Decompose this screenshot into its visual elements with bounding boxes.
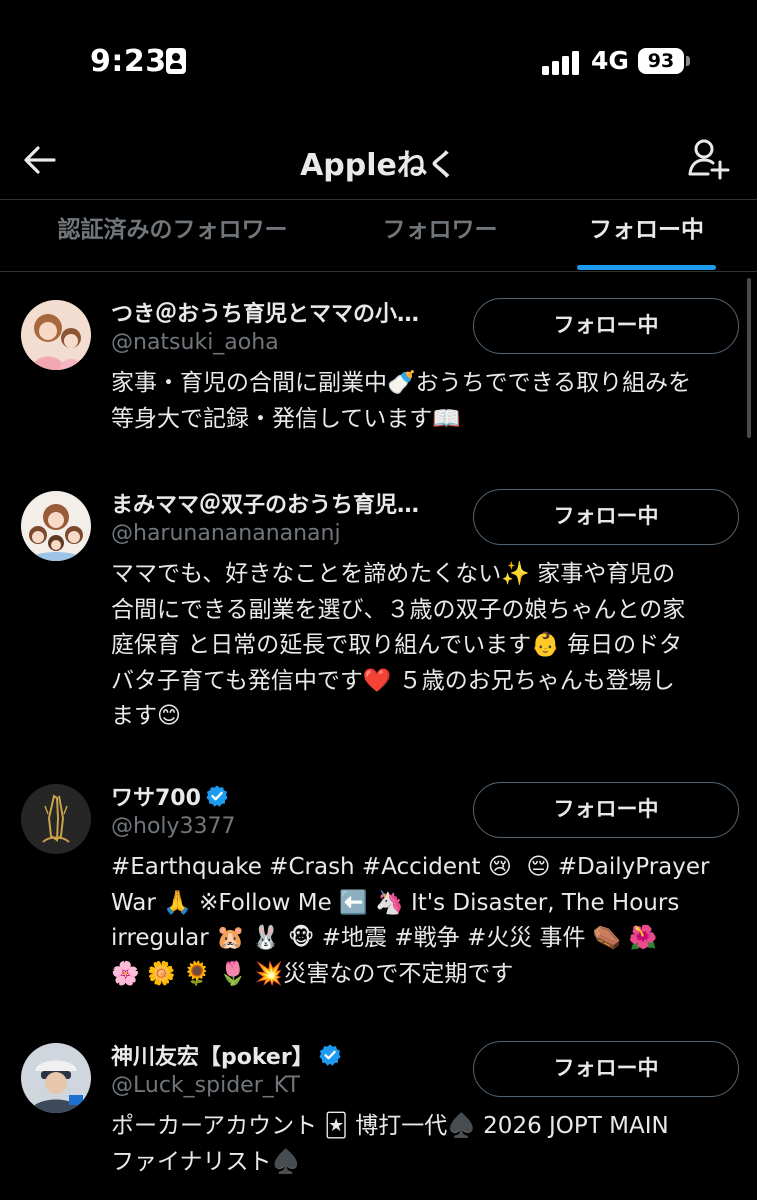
user-bio: #Earthquake #Crash #Accident 😢 😔 #DailyP… bbox=[111, 854, 710, 987]
following-button[interactable]: フォロー中 bbox=[473, 489, 739, 545]
display-name[interactable]: 神川友宏【poker】 bbox=[111, 1039, 342, 1071]
network-type: 4G bbox=[591, 46, 629, 75]
user-bio: ポーカーアカウント 🃏 博打一代♠️ 2026 JOPT MAIN ファイナリス… bbox=[111, 1113, 669, 1175]
avatar[interactable] bbox=[21, 784, 91, 854]
tabs-divider bbox=[0, 271, 757, 272]
following-button[interactable]: フォロー中 bbox=[473, 782, 739, 838]
user-bio: ママでも、好きなことを諦めたくない✨ 家事や育児の 合間にできる副業を選び、３歳… bbox=[111, 561, 686, 729]
tab-following[interactable]: フォロー中 bbox=[565, 200, 728, 272]
cellular-signal-icon bbox=[542, 49, 582, 75]
display-name-text: まみママ＠双子のおうち育児… bbox=[111, 493, 420, 518]
verified-badge-icon bbox=[206, 785, 228, 807]
user-handle: @Luck_spider_KT bbox=[111, 1073, 300, 1098]
top-nav-bar: Appleねく bbox=[0, 120, 757, 200]
following-button[interactable]: フォロー中 bbox=[473, 298, 739, 354]
display-name[interactable]: まみママ＠双子のおうち育児… bbox=[111, 487, 419, 519]
verified-badge-icon bbox=[319, 1044, 341, 1066]
display-name[interactable]: ワサ700 bbox=[111, 780, 229, 812]
user-bio: 家事・育児の合間に副業中🍼おうちでできる取り組みを 等身大で記録・発信しています… bbox=[111, 370, 692, 432]
user-handle: @holy3377 bbox=[111, 814, 236, 839]
display-name-text: つき＠おうち育児とママの小… bbox=[111, 302, 420, 327]
tab-followers[interactable]: フォロワー bbox=[355, 200, 525, 272]
page-title: Appleねく bbox=[300, 148, 457, 183]
display-name-text: 神川友宏【poker】 bbox=[111, 1045, 314, 1070]
tab-bar: 認証済みのフォロワー フォロワー フォロー中 bbox=[0, 200, 757, 272]
following-button[interactable]: フォロー中 bbox=[473, 1041, 739, 1097]
avatar[interactable] bbox=[21, 1043, 91, 1113]
status-time: 9:23 bbox=[90, 44, 167, 79]
active-tab-indicator bbox=[577, 265, 716, 270]
user-handle: @harunanananananj bbox=[111, 521, 341, 546]
display-name[interactable]: つき＠おうち育児とママの小… bbox=[111, 296, 419, 328]
battery-tip bbox=[686, 56, 690, 66]
user-handle: @natsuki_aoha bbox=[111, 330, 279, 355]
contact-card-icon bbox=[166, 48, 186, 74]
battery-icon: 93 bbox=[638, 48, 684, 74]
tab-verified-followers[interactable]: 認証済みのフォロワー bbox=[30, 200, 315, 272]
display-name-text: ワサ700 bbox=[111, 786, 201, 811]
avatar[interactable] bbox=[21, 491, 91, 561]
add-user-icon[interactable] bbox=[686, 136, 730, 180]
status-bar: 9:23 4G 93 bbox=[0, 0, 757, 120]
avatar[interactable] bbox=[21, 300, 91, 370]
